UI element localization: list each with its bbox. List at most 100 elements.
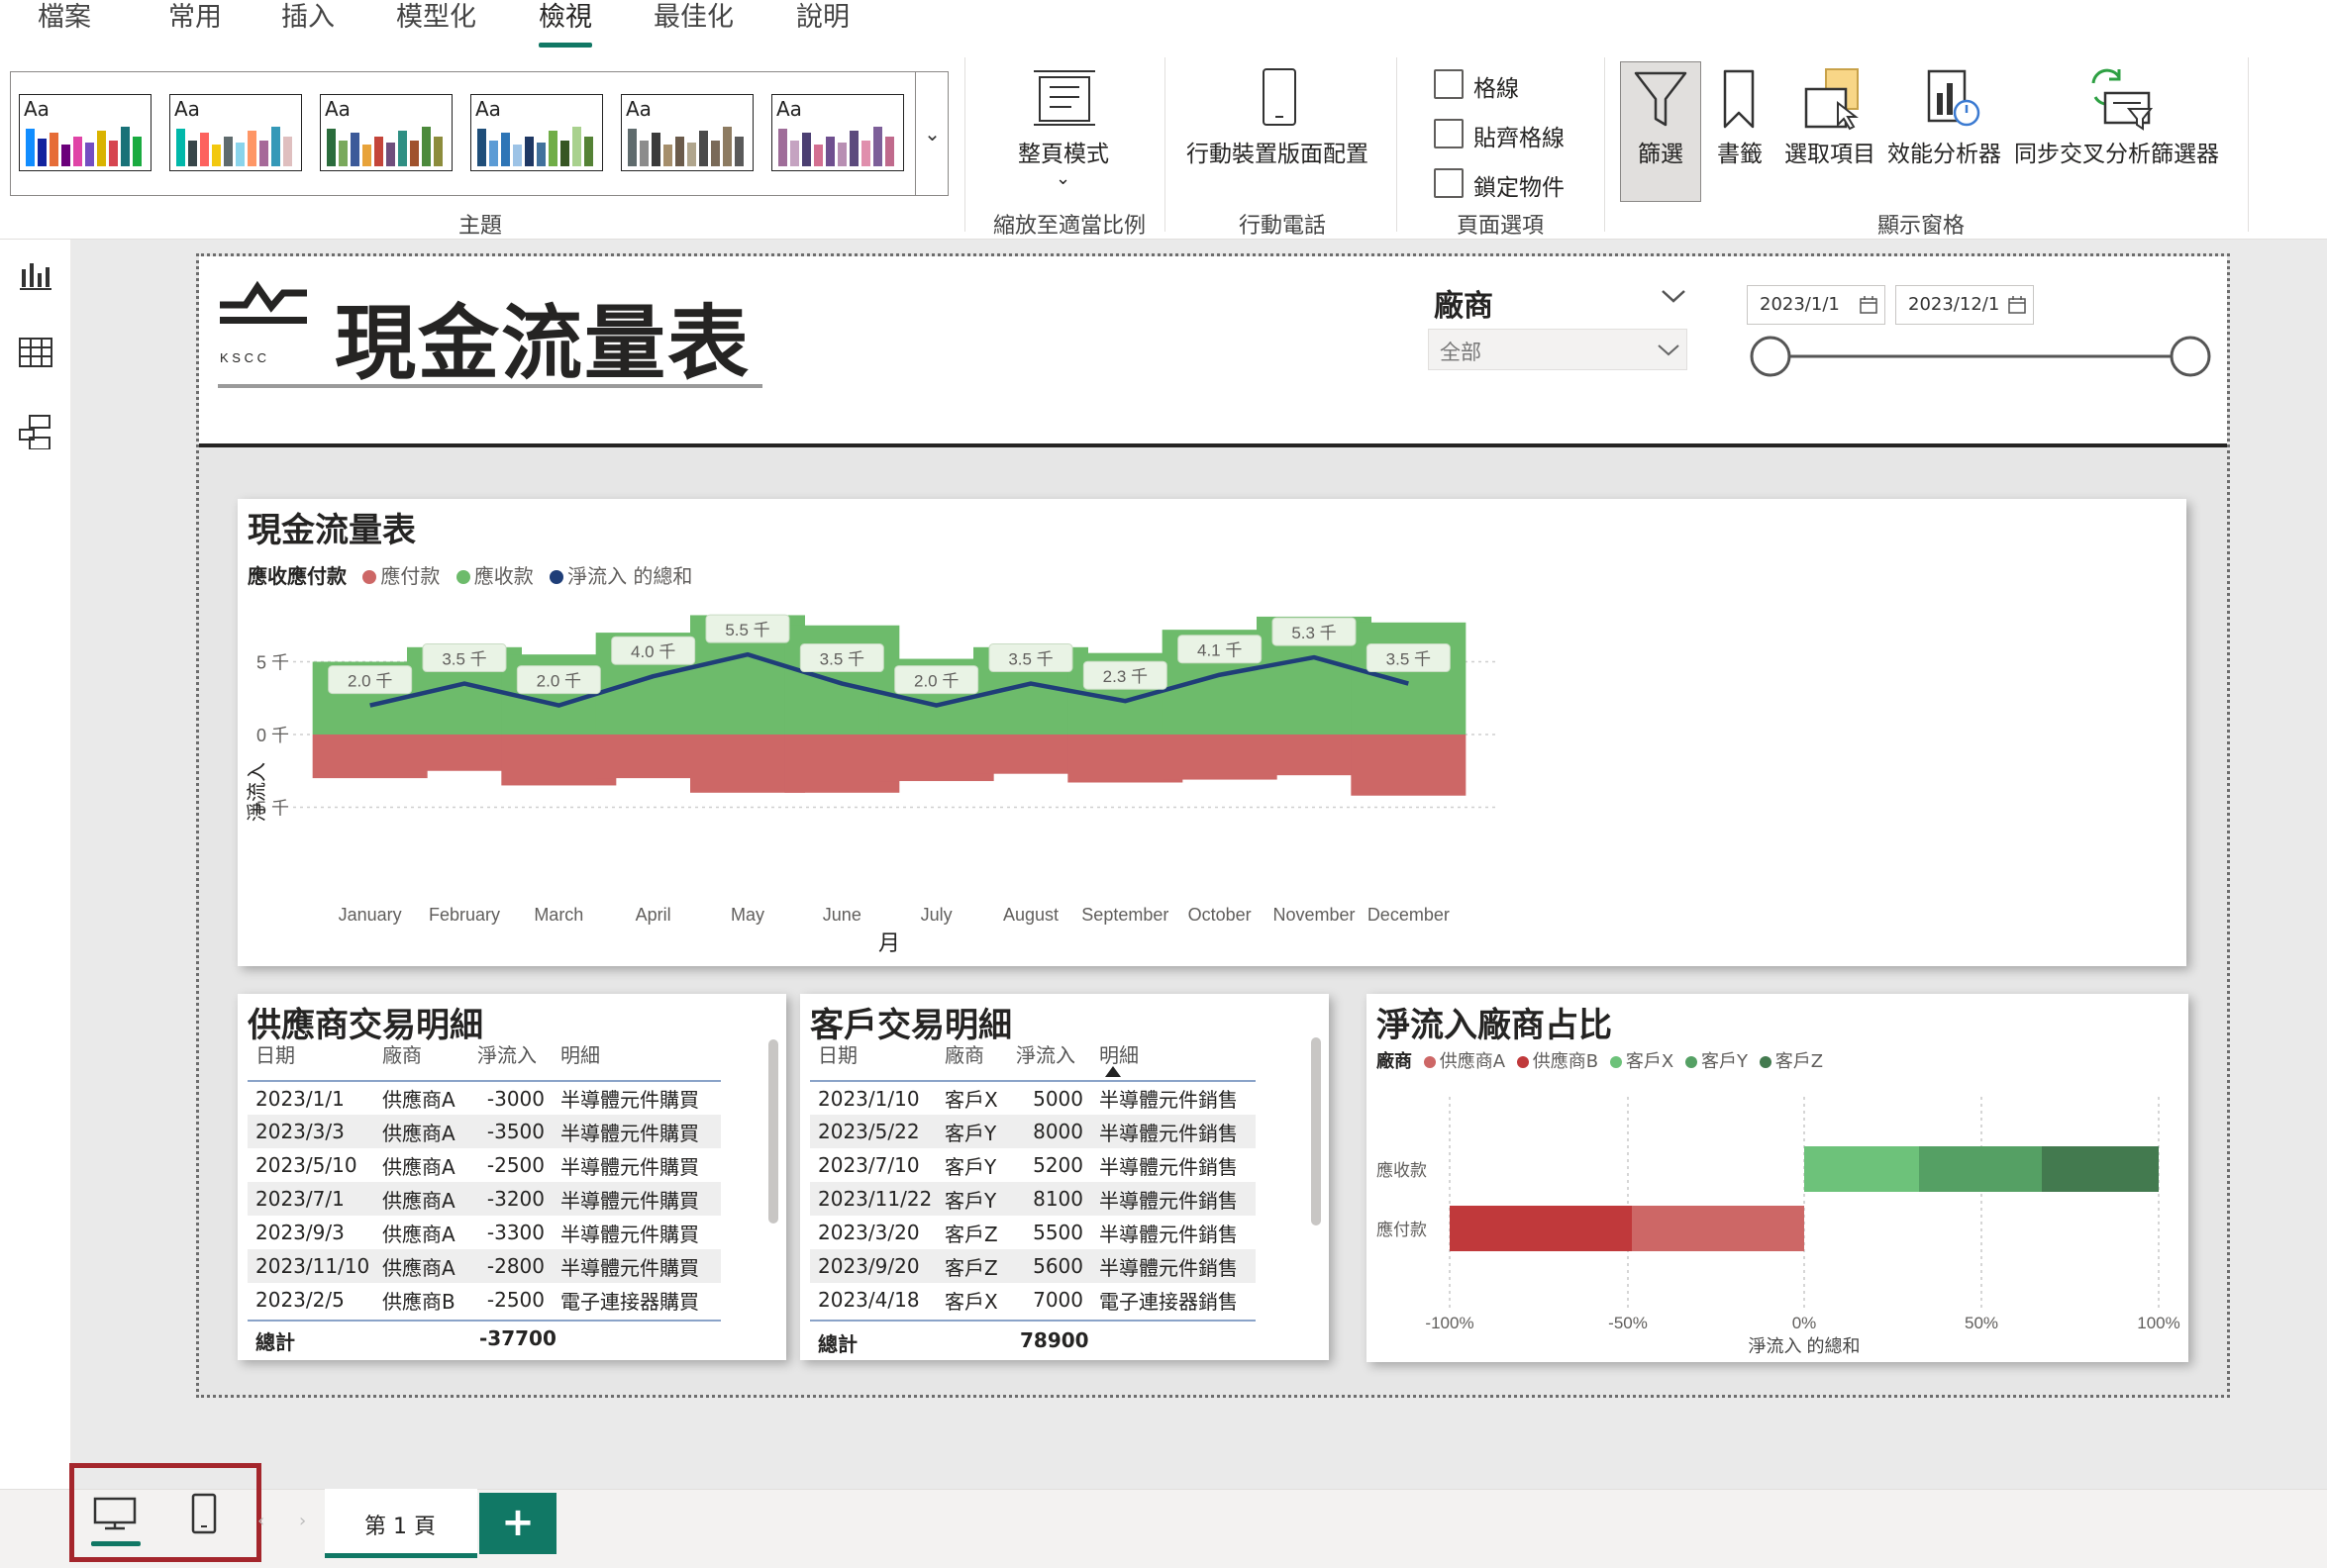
page-tab-1[interactable]: 第 1 頁 [325,1489,477,1558]
table-row[interactable]: 2023/3/20 客戶Z 5500 半導體元件銷售 [810,1216,1256,1249]
column-header[interactable]: 日期 [810,1039,937,1081]
sync-slicers-button[interactable]: 同步交叉分析篩選器 [2014,135,2219,168]
table-row[interactable]: 2023/2/5 供應商B -2500 電子連接器購買 [248,1283,721,1317]
table-row[interactable]: 2023/9/20 客戶Z 5600 半導體元件銷售 [810,1249,1256,1283]
ribbon-separator [1164,57,1165,232]
theme-card[interactable]: Aa [19,94,152,171]
column-header[interactable]: 日期 [248,1039,374,1081]
performance-analyzer-button[interactable]: 效能分析器 [1887,135,2001,168]
menu-tab-view[interactable]: 檢視 [539,0,592,48]
bar-supplier-b[interactable] [1450,1206,1632,1251]
bar-customer-z[interactable] [2042,1146,2159,1192]
table-cell: 半導體元件銷售 [1099,1088,1238,1112]
theme-card[interactable]: Aa [470,94,603,171]
mobile-view-icon[interactable] [190,1493,218,1536]
column-header[interactable]: 淨流入 [469,1039,553,1081]
table-row[interactable]: 2023/1/10 客戶X 5000 半導體元件銷售 [810,1081,1256,1115]
desktop-view-icon[interactable] [91,1497,141,1530]
sort-ascending-icon [1105,1066,1121,1077]
data-label: 2.0 千 [348,672,392,691]
theme-card[interactable]: Aa [320,94,453,171]
menu-tab-insert[interactable]: 插入 [281,0,335,44]
supplier-table-scrollbar[interactable] [768,1039,778,1224]
legend-item[interactable]: 客戶Z [1775,1051,1823,1072]
mobile-layout-button[interactable]: 行動裝置版面配置 [1186,135,1368,168]
page-view-chevron-icon[interactable]: ⌄ [1056,168,1070,189]
lock-objects-checkbox[interactable] [1434,168,1464,198]
table-row[interactable]: 2023/7/1 供應商A -3200 半導體元件購買 [248,1182,721,1216]
legend-dot [1423,1056,1436,1068]
gridlines-checkbox[interactable] [1434,69,1464,99]
column-header[interactable]: 淨流入 [1008,1039,1091,1081]
date-range-slider[interactable] [1747,333,2214,380]
slider-start-handle[interactable] [1750,336,1791,377]
prev-page-icon[interactable]: ‹ [257,1511,264,1531]
table-row[interactable]: 2023/11/22 客戶Y 8100 半導體元件銷售 [810,1182,1256,1216]
bar-receivable[interactable] [1351,622,1467,735]
table-row[interactable]: 2023/4/18 客戶X 7000 電子連接器銷售 [810,1283,1256,1317]
end-date-input[interactable]: 2023/12/1 [1895,285,2034,325]
calendar-icon[interactable] [1859,295,1878,315]
kscc-logo: K S C C [220,280,307,365]
table-row[interactable]: 2023/5/10 供應商A -2500 半導體元件購買 [248,1148,721,1182]
table-cell: 供應商A [374,1249,469,1283]
legend-item[interactable]: 供應商B [1533,1051,1598,1072]
chevron-down-icon[interactable] [1656,343,1681,358]
x-tick-label: 50% [1965,1314,1998,1332]
menu-tab-home[interactable]: 常用 [168,0,222,44]
table-cell: 5000 [1033,1086,1083,1111]
table-row[interactable]: 2023/11/10 供應商A -2800 半導體元件購買 [248,1249,721,1283]
table-cell: 半導體元件購買 [560,1088,699,1112]
supplier-total-value: -37700 [479,1326,556,1350]
chevron-down-icon[interactable] [1660,287,1687,305]
start-date-input[interactable]: 2023/1/1 [1747,285,1885,325]
legend-item[interactable]: 供應商A [1440,1051,1505,1072]
x-tick-label: August [1003,905,1059,925]
legend-item[interactable]: 客戶X [1626,1051,1673,1072]
table-row[interactable]: 2023/7/10 客戶Y 5200 半導體元件銷售 [810,1148,1256,1182]
legend-title: 廠商 [1376,1051,1412,1072]
bar-customer-y[interactable] [1919,1146,2042,1192]
column-header[interactable]: 明細 [553,1039,721,1081]
column-header[interactable]: 廠商 [937,1039,1008,1081]
x-tick-label: January [339,905,402,925]
report-view-icon[interactable] [18,259,53,291]
bar-supplier-a[interactable] [1632,1206,1804,1251]
column-header[interactable]: 廠商 [374,1039,469,1081]
calendar-icon[interactable] [2007,295,2027,315]
column-header[interactable]: 明細 [1091,1039,1256,1081]
page-view-icon [1034,70,1095,126]
table-cell: 2023/3/20 [818,1221,920,1244]
bookmarks-button[interactable]: 書籤 [1717,135,1763,168]
model-view-icon[interactable] [18,414,53,449]
table-row[interactable]: 2023/1/1 供應商A -3000 半導體元件購買 [248,1081,721,1115]
theme-gallery: Aa Aa Aa Aa Aa Aa [10,71,949,196]
menu-tab-help[interactable]: 說明 [796,0,850,44]
theme-card[interactable]: Aa [621,94,754,171]
selection-pane-button[interactable]: 選取項目 [1784,135,1875,168]
menu-tab-modeling[interactable]: 模型化 [396,0,476,44]
slider-end-handle[interactable] [2170,336,2211,377]
chevron-down-icon[interactable]: ⌄ [915,71,949,196]
add-page-button[interactable]: + [479,1493,556,1554]
next-page-icon[interactable]: › [299,1511,306,1531]
customer-table-scrollbar[interactable] [1311,1037,1321,1225]
menu-tab-file[interactable]: 檔案 [38,0,91,44]
table-cell: 客戶Z [945,1222,998,1246]
table-row[interactable]: 2023/3/3 供應商A -3500 半導體元件購買 [248,1115,721,1148]
table-cell: 2023/5/22 [810,1115,937,1148]
legend-item[interactable]: 客戶Y [1701,1051,1748,1072]
snap-to-grid-checkbox[interactable] [1434,119,1464,148]
page-view-button[interactable]: 整頁模式 [1018,135,1109,168]
theme-card[interactable]: Aa [169,94,302,171]
table-cell: 客戶Z [937,1249,1008,1283]
table-row[interactable]: 2023/9/3 供應商A -3300 半導體元件購買 [248,1216,721,1249]
menu-tab-optimize[interactable]: 最佳化 [654,0,734,44]
table-cell: 5600 [1008,1249,1091,1283]
table-row[interactable]: 2023/5/22 客戶Y 8000 半導體元件銷售 [810,1115,1256,1148]
theme-card[interactable]: Aa [771,94,904,171]
table-view-icon[interactable] [18,337,53,368]
data-label: 5.5 千 [725,621,769,639]
bar-customer-x[interactable] [1804,1146,1919,1192]
bar-payable[interactable] [1351,735,1467,796]
